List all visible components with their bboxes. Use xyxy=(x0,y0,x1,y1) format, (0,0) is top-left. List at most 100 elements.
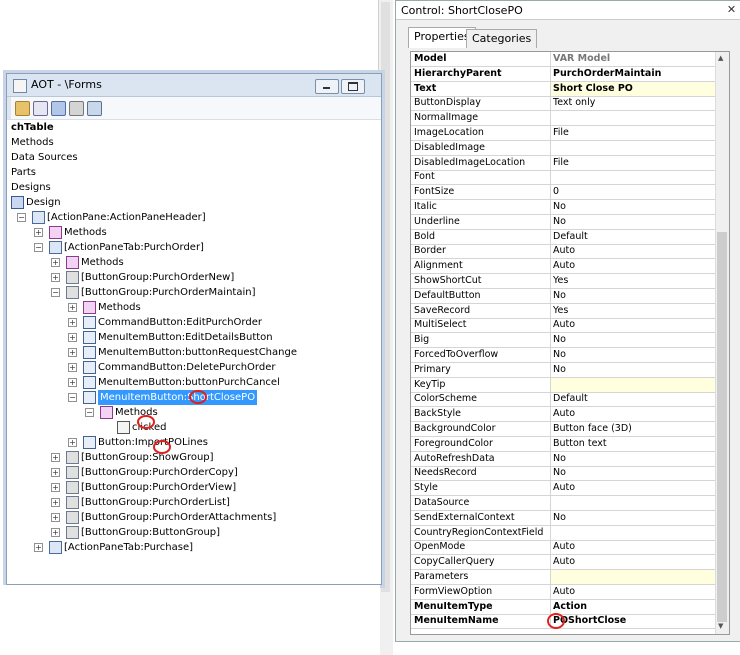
expand-icon[interactable]: + xyxy=(34,228,43,237)
property-value[interactable] xyxy=(551,141,717,155)
collapse-icon[interactable]: − xyxy=(17,213,26,222)
collapse-icon[interactable]: − xyxy=(68,393,77,402)
tree-node[interactable]: + MenuItemButton:buttonRequestChange xyxy=(7,345,381,360)
expand-icon[interactable]: + xyxy=(68,303,77,312)
property-row[interactable]: FormViewOption Auto xyxy=(411,584,717,600)
aot-titlebar[interactable]: AOT - \Forms xyxy=(7,74,381,97)
open-icon[interactable] xyxy=(15,101,30,116)
property-value[interactable]: Text only xyxy=(551,96,717,110)
tree-node[interactable]: + [ButtonGroup:PurchOrderNew] xyxy=(7,270,381,285)
tree-node[interactable]: + Methods xyxy=(7,255,381,270)
tree-node[interactable]: + Button:ImportPOLines xyxy=(7,435,381,450)
import-icon[interactable] xyxy=(69,101,84,116)
property-row[interactable]: DataSource xyxy=(411,496,715,511)
property-value[interactable]: No xyxy=(551,363,717,377)
property-value[interactable]: Yes xyxy=(551,274,717,288)
tree-node[interactable]: + [ButtonGroup:PurchOrderAttachments] xyxy=(7,510,381,525)
property-row[interactable]: Model VAR Model xyxy=(411,52,715,67)
property-value[interactable]: No xyxy=(551,333,717,347)
background-scrollbar[interactable] xyxy=(381,2,390,592)
property-value[interactable]: Auto xyxy=(551,540,717,554)
tree-node[interactable]: Data Sources xyxy=(7,150,381,165)
property-row[interactable]: Primary No xyxy=(411,362,717,378)
tree-node[interactable]: + [ButtonGroup:ButtonGroup] xyxy=(7,525,381,540)
tree-node[interactable]: + CommandButton:EditPurchOrder xyxy=(7,315,381,330)
property-row[interactable]: AutoRefreshData No xyxy=(411,451,715,467)
tree-node[interactable]: + Methods xyxy=(7,300,381,315)
maximize-button[interactable] xyxy=(341,79,365,94)
property-row[interactable]: ButtonDisplay Text only xyxy=(411,96,717,112)
property-value[interactable]: No xyxy=(551,348,717,362)
property-row[interactable]: DisabledImage xyxy=(411,140,717,156)
property-row[interactable]: Font xyxy=(411,170,717,186)
property-value[interactable]: Default xyxy=(551,230,717,244)
expand-icon[interactable]: + xyxy=(51,498,60,507)
properties-icon[interactable] xyxy=(33,101,48,116)
tree-node[interactable]: + [ButtonGroup:PurchOrderCopy] xyxy=(7,465,381,480)
tree-node[interactable]: + MenuItemButton:EditDetailsButton xyxy=(7,330,381,345)
property-row[interactable]: Text Short Close PO xyxy=(411,81,717,97)
expand-icon[interactable]: + xyxy=(34,543,43,552)
property-value[interactable]: Auto xyxy=(551,585,717,599)
tree-node[interactable]: Parts xyxy=(7,165,381,180)
tree-node[interactable]: Design xyxy=(7,195,381,210)
tree-node[interactable]: Methods xyxy=(7,135,381,150)
property-row[interactable]: OpenMode Auto xyxy=(411,540,717,556)
tree-node[interactable]: + Methods xyxy=(7,225,381,240)
properties-titlebar[interactable]: Control: ShortClosePO ✕ xyxy=(396,1,740,20)
tree-node[interactable]: − Methods xyxy=(7,405,381,420)
expand-icon[interactable]: + xyxy=(51,528,60,537)
compile-icon[interactable] xyxy=(51,101,66,116)
property-row[interactable]: Bold Default xyxy=(411,229,717,245)
property-row[interactable]: Italic No xyxy=(411,200,715,215)
property-row[interactable]: SaveRecord Yes xyxy=(411,303,717,319)
property-value[interactable]: Button face (3D) xyxy=(551,422,717,436)
tree-node[interactable]: + [ButtonGroup:ShowGroup] xyxy=(7,450,381,465)
property-value[interactable]: No xyxy=(551,289,717,303)
property-value[interactable]: Auto xyxy=(551,407,717,421)
property-row[interactable]: KeyTip xyxy=(411,377,717,393)
property-value[interactable] xyxy=(551,111,717,125)
tree-node[interactable]: chTable xyxy=(7,120,381,135)
property-value[interactable]: Auto xyxy=(551,481,717,495)
property-row[interactable]: ImageLocation File xyxy=(411,126,715,141)
property-value[interactable]: Yes xyxy=(551,304,717,318)
tree-node[interactable]: − [ActionPaneTab:PurchOrder] xyxy=(7,240,381,255)
property-value[interactable] xyxy=(551,170,717,184)
property-row[interactable]: MenuItemType Action xyxy=(411,599,715,615)
property-value[interactable]: No xyxy=(551,200,717,214)
tree-node[interactable]: + [ActionPaneTab:Purchase] xyxy=(7,540,381,555)
scroll-down-icon[interactable]: ▼ xyxy=(718,622,723,630)
property-row[interactable]: NormalImage xyxy=(411,111,717,127)
collapse-icon[interactable]: − xyxy=(85,408,94,417)
scrollbar-thumb[interactable] xyxy=(717,232,727,622)
tab-categories[interactable]: Categories xyxy=(466,29,538,48)
property-value[interactable]: Short Close PO xyxy=(551,81,717,96)
property-row[interactable]: CountryRegionContextField xyxy=(411,525,717,541)
collapse-icon[interactable]: − xyxy=(51,288,60,297)
property-value[interactable]: Auto xyxy=(551,555,717,569)
expand-icon[interactable]: + xyxy=(51,258,60,267)
tree-node[interactable]: + [ButtonGroup:PurchOrderView] xyxy=(7,480,381,495)
layout-icon[interactable] xyxy=(87,101,102,116)
property-row[interactable]: CopyCallerQuery Auto xyxy=(411,555,717,571)
property-value[interactable]: No xyxy=(551,215,717,229)
property-row[interactable]: ColorScheme Default xyxy=(411,392,715,408)
expand-icon[interactable]: + xyxy=(51,483,60,492)
property-value[interactable]: VAR Model xyxy=(551,52,717,66)
expand-icon[interactable]: + xyxy=(68,318,77,327)
property-row[interactable]: ForcedToOverflow No xyxy=(411,348,715,363)
property-row[interactable]: BackStyle Auto xyxy=(411,407,717,423)
tree-node[interactable]: + [ButtonGroup:PurchOrderList] xyxy=(7,495,381,510)
expand-icon[interactable]: + xyxy=(68,348,77,357)
property-value[interactable]: POShortClose xyxy=(551,614,717,628)
property-value[interactable] xyxy=(551,377,717,392)
property-row[interactable]: SendExternalContext No xyxy=(411,510,715,526)
property-row[interactable]: Border Auto xyxy=(411,244,715,260)
property-value[interactable] xyxy=(551,526,717,540)
property-row[interactable]: MultiSelect Auto xyxy=(411,318,715,334)
property-row[interactable]: Underline No xyxy=(411,214,717,230)
property-value[interactable]: 0 xyxy=(551,185,717,199)
property-row[interactable]: Parameters xyxy=(411,570,717,585)
tree-node[interactable]: − [ActionPane:ActionPaneHeader] xyxy=(7,210,381,225)
